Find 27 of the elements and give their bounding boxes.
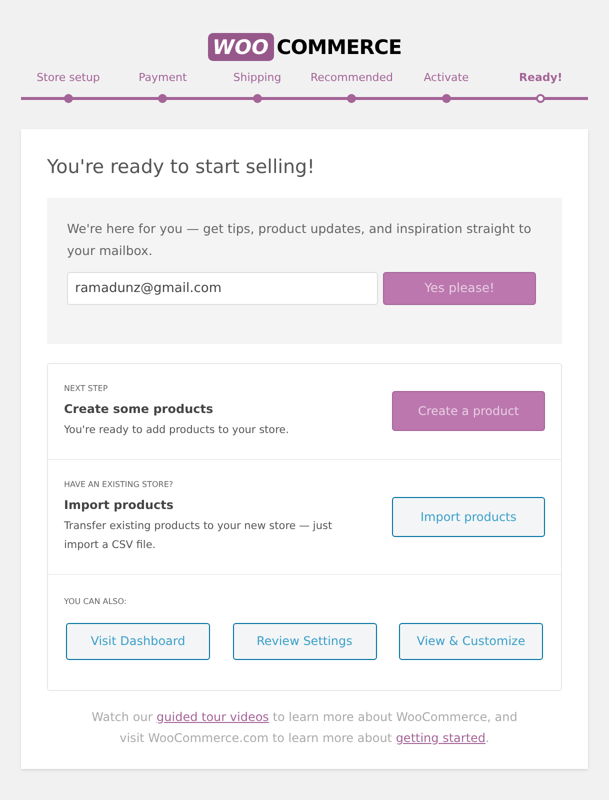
text-link[interactable]: guided tour videos xyxy=(156,710,269,724)
section-text: Transfer existing products to your new store — just import a CSV file. xyxy=(64,518,334,552)
logo-badge: WOO xyxy=(208,33,274,61)
step-label: Shipping xyxy=(233,70,282,86)
link-button[interactable]: Visit Dashboard xyxy=(66,622,210,660)
section-heading: Create some products xyxy=(64,400,214,418)
section-eyebrow: YOU CAN ALSO: xyxy=(64,596,128,608)
email-field[interactable]: ramadunz@gmail.com xyxy=(67,272,378,304)
step-label: Ready! xyxy=(519,70,562,86)
footer-text: Watch our guided tour videos to learn more about WooCommerce, and visit WooCommerce.com to learn more about getting started. xyxy=(90,708,518,746)
step-label: Payment xyxy=(138,70,187,86)
subscribe-button[interactable]: Yes please! xyxy=(383,272,536,304)
section-eyebrow: NEXT STEP xyxy=(64,382,109,394)
step-label: Recommended xyxy=(310,70,394,86)
import-button[interactable]: Import products xyxy=(392,496,545,536)
link-button[interactable]: View & Customize xyxy=(399,622,543,660)
create-button[interactable]: Create a product xyxy=(392,391,545,431)
link-button[interactable]: Review Settings xyxy=(232,622,376,660)
step-label: Activate xyxy=(424,70,469,86)
page-title: You're ready to start selling! xyxy=(47,155,316,180)
newsletter-text: We're here for you — get tips, product updates, and inspiration straight to your mailbox. xyxy=(67,220,532,260)
text-link[interactable]: getting started xyxy=(396,730,486,744)
step-label: Store setup xyxy=(36,70,100,86)
section-text: You're ready to add products to your store. xyxy=(64,422,290,438)
logo-wordmark: COMMERCE xyxy=(276,37,402,57)
section-heading: Import products xyxy=(64,496,175,514)
section-eyebrow: HAVE AN EXISTING STORE? xyxy=(64,478,174,490)
